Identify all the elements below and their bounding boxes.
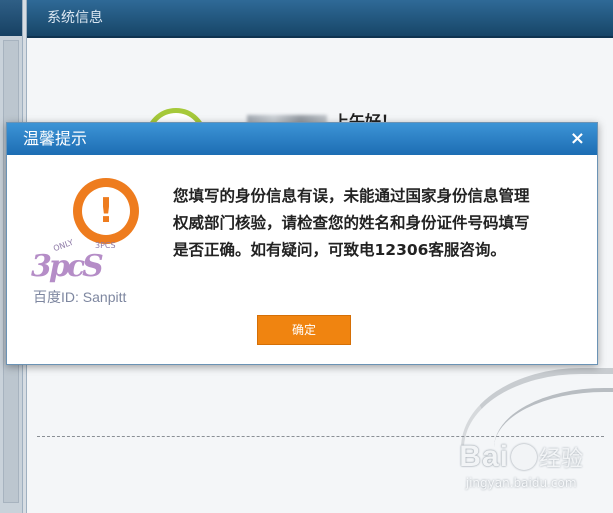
exclamation-glyph: ! <box>98 191 114 231</box>
watermark-brand: Bai <box>459 440 509 473</box>
dialog-header: 温馨提示 × <box>7 123 597 155</box>
author-watermark-stamp: ONLY 3PCS 3pcS 百度ID: Sanpitt <box>25 238 165 311</box>
dialog-message: 您填写的身份信息有误，未能通过国家身份信息管理权威部门核验，请检查您的姓名和身份… <box>173 187 530 259</box>
dialog-title: 温馨提示 <box>23 129 88 148</box>
left-sidebar-header <box>0 0 22 36</box>
baidu-jingyan-watermark: Bai 经验 jingyan.baidu.com <box>459 440 583 490</box>
stamp-id-text: 百度ID: Sanpitt <box>33 289 127 305</box>
dashed-divider <box>37 436 604 437</box>
warning-dialog: 温馨提示 × ! ONLY 3PCS 3pcS 百度ID: Sanpitt 您填… <box>6 122 598 365</box>
warning-exclamation-icon: ! <box>73 178 139 244</box>
system-info-panel-title: 系统信息 <box>27 0 613 38</box>
close-icon[interactable]: × <box>570 123 585 155</box>
stamp-logo: 3pcS <box>31 249 104 284</box>
watermark-brand-suffix: 经验 <box>538 447 583 472</box>
paw-icon <box>510 444 537 470</box>
warning-icon-ring: ! <box>82 187 130 235</box>
confirm-button[interactable]: 确定 <box>257 315 351 345</box>
watermark-url: jingyan.baidu.com <box>465 476 577 490</box>
